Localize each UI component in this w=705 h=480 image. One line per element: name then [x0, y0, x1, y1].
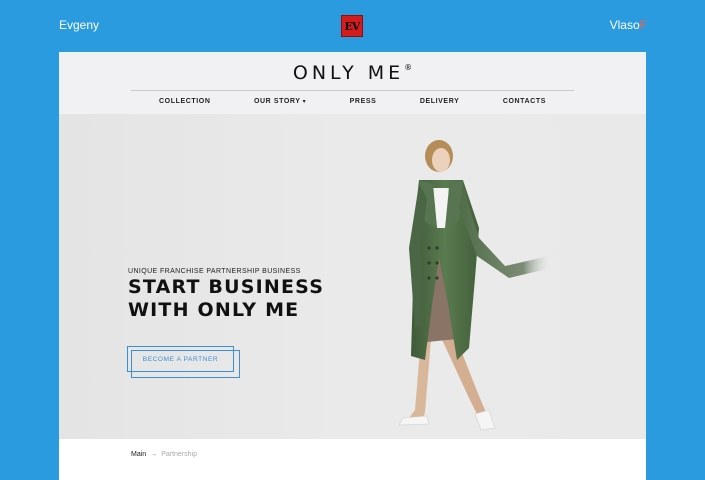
- main-nav: COLLECTION OUR STORY ▾ PRESS DELIVERY CON…: [131, 98, 574, 105]
- registered-mark: ®: [404, 62, 413, 72]
- nav-item-label: COLLECTION: [159, 98, 211, 105]
- left-shoe: [398, 415, 430, 426]
- hero-banner: UNIQUE FRANCHISE PARTNERSHIP BUSINESS ST…: [59, 114, 646, 439]
- nav-item-our-story[interactable]: OUR STORY ▾: [254, 98, 306, 105]
- nav-item-label: OUR STORY: [253, 98, 301, 105]
- website-mockup: ONLY ME® COLLECTION OUR STORY ▾ PRESS DEL…: [59, 52, 646, 480]
- nav-item-label: PRESS: [349, 98, 377, 105]
- breadcrumb-main-link[interactable]: Main: [131, 451, 146, 458]
- nav-item-label: DELIVERY: [419, 98, 460, 105]
- nav-item-delivery[interactable]: DELIVERY: [420, 98, 460, 105]
- breadcrumb: Main → Partnership: [131, 451, 197, 458]
- breadcrumb-bar: Main → Partnership: [59, 439, 646, 480]
- nav-item-contacts[interactable]: CONTACTS: [503, 98, 546, 105]
- nav-item-label: CONTACTS: [502, 98, 546, 105]
- author-logo: EV: [341, 15, 363, 37]
- hero-title-line1: START BUSINESS: [128, 276, 325, 298]
- hero-title: START BUSINESS WITH ONLY ME: [128, 276, 324, 322]
- model-photo: [398, 140, 551, 431]
- site-header: ONLY ME® COLLECTION OUR STORY ▾ PRESS DEL…: [59, 52, 646, 114]
- arrow-right-icon: →: [150, 451, 158, 458]
- author-name-left: Evgeny: [59, 18, 100, 32]
- chevron-down-icon: ▾: [302, 99, 307, 105]
- header-divider: [131, 90, 574, 91]
- right-shoe: [474, 409, 496, 431]
- nav-item-collection[interactable]: COLLECTION: [159, 98, 211, 105]
- author-name-right: VlasoF: [610, 18, 647, 32]
- breadcrumb-current: Partnership: [161, 451, 197, 458]
- brand-name: ONLY ME: [292, 62, 405, 84]
- face-shape: [432, 148, 450, 172]
- become-partner-label: BECOME A PARTNER: [142, 355, 219, 363]
- author-name-right-main: Vlaso: [609, 18, 640, 32]
- author-name-right-accent: F: [639, 18, 647, 32]
- brand-logo[interactable]: ONLY ME®: [59, 62, 646, 84]
- become-partner-button[interactable]: BECOME A PARTNER: [127, 346, 240, 378]
- nav-item-press[interactable]: PRESS: [350, 98, 377, 105]
- hero-title-line2: WITH ONLY ME: [128, 299, 300, 321]
- hero-kicker: UNIQUE FRANCHISE PARTNERSHIP BUSINESS: [128, 268, 301, 275]
